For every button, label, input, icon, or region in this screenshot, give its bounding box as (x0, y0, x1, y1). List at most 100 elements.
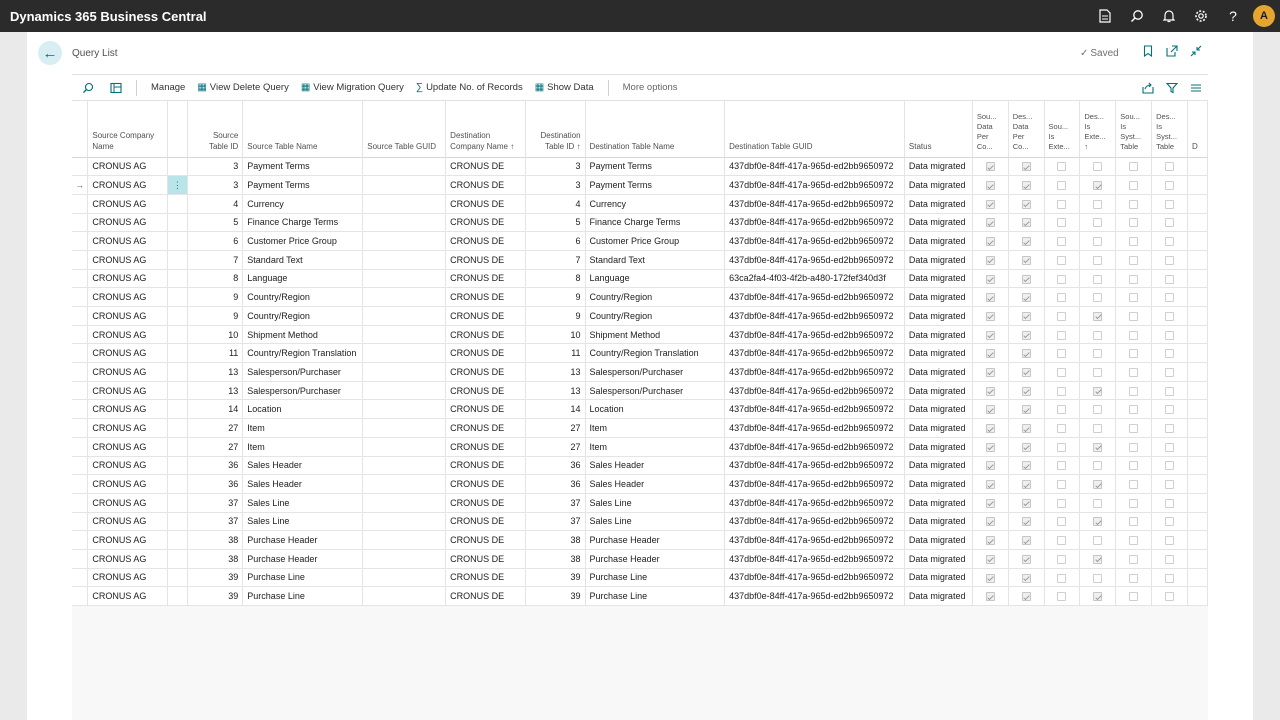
checkbox-checked[interactable] (985, 237, 995, 247)
cell-source-table-guid[interactable] (362, 493, 447, 513)
cell-destination-table-guid[interactable]: 437dbf0e-84ff-417a-965d-ed2bb9650972 (724, 456, 905, 476)
cell-destination-data-per-company[interactable] (1008, 213, 1045, 233)
checkbox-checked[interactable] (1021, 237, 1031, 247)
cell-destination-data-per-company[interactable] (1008, 418, 1045, 438)
checkbox-checked[interactable] (985, 330, 995, 340)
cell-destination-table-guid[interactable]: 437dbf0e-84ff-417a-965d-ed2bb9650972 (724, 530, 905, 550)
col-source-table-name[interactable]: Source Table Name (242, 101, 364, 158)
cell-destination-data-per-company[interactable] (1008, 343, 1045, 364)
cell-source-table-name[interactable]: Location (242, 399, 364, 420)
col-destination-data-per-company[interactable]: Des... Data Per Co... (1008, 101, 1045, 158)
cell-destination-table-name[interactable]: Payment Terms (585, 157, 726, 177)
checkbox-unchecked[interactable] (1057, 255, 1067, 265)
row-marker[interactable] (72, 306, 89, 326)
cell-destination-table-name[interactable]: Sales Header (585, 474, 726, 494)
checkbox-unchecked[interactable] (1093, 405, 1103, 415)
cell-source-table-id[interactable]: 9 (187, 306, 244, 326)
row-marker[interactable]: → (72, 175, 89, 195)
checkbox-checked[interactable] (1093, 386, 1103, 396)
cell-destination-company-name[interactable]: CRONUS DE (445, 418, 526, 438)
checkbox-checked[interactable] (1021, 517, 1031, 527)
table-row[interactable]: CRONUS AG 7 Standard Text CRONUS DE 7 Standar… (72, 250, 1208, 270)
cell-destination-table-name[interactable]: Purchase Line (585, 586, 726, 606)
checkbox-unchecked[interactable] (1057, 330, 1067, 340)
col-truncated[interactable]: D (1187, 101, 1208, 158)
cell-source-table-id[interactable]: 10 (187, 325, 244, 345)
checkbox-unchecked[interactable] (1129, 162, 1139, 172)
checkbox-unchecked[interactable] (1129, 536, 1139, 546)
cell-source-is-system-table[interactable] (1115, 269, 1153, 289)
checkbox-unchecked[interactable] (1093, 424, 1103, 434)
checkbox-checked[interactable] (1021, 480, 1031, 490)
col-destination-table-id[interactable]: Destination Table ID ↑ (525, 101, 586, 158)
app-title[interactable]: Dynamics 365 Business Central (0, 9, 207, 24)
row-marker[interactable] (72, 474, 89, 494)
cell-destination-is-system-table[interactable] (1151, 399, 1188, 420)
cell-destination-is-extension[interactable] (1079, 362, 1117, 382)
row-actions[interactable] (167, 381, 188, 401)
checkbox-checked[interactable] (1021, 554, 1031, 564)
checkbox-unchecked[interactable] (1093, 536, 1103, 546)
cell-destination-is-system-table[interactable] (1151, 456, 1188, 476)
checkbox-checked[interactable] (1021, 386, 1031, 396)
checkbox-unchecked[interactable] (1165, 218, 1175, 228)
cell-destination-table-name[interactable]: Sales Header (585, 456, 726, 476)
checkbox-unchecked[interactable] (1165, 536, 1175, 546)
view-delete-query-button[interactable]: ▦ View Delete Query (191, 76, 294, 100)
checkbox-unchecked[interactable] (1129, 274, 1139, 284)
checkbox-unchecked[interactable] (1165, 237, 1175, 247)
checkbox-unchecked[interactable] (1129, 461, 1139, 471)
cell-destination-is-system-table[interactable] (1151, 362, 1188, 382)
cell-source-data-per-company[interactable] (972, 250, 1009, 270)
cell-destination-company-name[interactable]: CRONUS DE (445, 175, 526, 195)
cell-source-table-guid[interactable] (362, 343, 447, 364)
cell-source-company-name[interactable]: CRONUS AG (87, 250, 168, 270)
row-actions[interactable] (167, 362, 188, 382)
cell-source-table-guid[interactable] (362, 287, 447, 307)
checkbox-unchecked[interactable] (1165, 517, 1175, 527)
cell-source-is-system-table[interactable] (1115, 194, 1153, 214)
cell-source-is-system-table[interactable] (1115, 250, 1153, 270)
cell-status[interactable]: Data migrated (904, 325, 973, 345)
cell-source-is-extension[interactable] (1044, 175, 1081, 195)
cell-destination-company-name[interactable]: CRONUS DE (445, 586, 526, 606)
layout-view-icon[interactable] (104, 76, 128, 100)
row-actions[interactable] (167, 213, 188, 233)
cell-destination-table-guid[interactable]: 437dbf0e-84ff-417a-965d-ed2bb9650972 (724, 493, 905, 513)
checkbox-checked[interactable] (1021, 367, 1031, 377)
table-row[interactable]: CRONUS AG 4 Currency CRONUS DE 4 Currency 437d… (72, 194, 1208, 214)
cell-source-is-extension[interactable] (1044, 269, 1081, 289)
cell-destination-company-name[interactable]: CRONUS DE (445, 549, 526, 569)
checkbox-unchecked[interactable] (1165, 405, 1175, 415)
checkbox-checked[interactable] (985, 386, 995, 396)
row-actions[interactable] (167, 399, 188, 420)
checkbox-unchecked[interactable] (1165, 330, 1175, 340)
checkbox-checked[interactable] (1021, 536, 1031, 546)
cell-destination-data-per-company[interactable] (1008, 231, 1045, 251)
row-marker[interactable] (72, 343, 89, 364)
cell-destination-table-id[interactable]: 4 (525, 194, 586, 214)
cell-destination-company-name[interactable]: CRONUS DE (445, 231, 526, 251)
checkbox-checked[interactable] (985, 367, 995, 377)
cell-destination-company-name[interactable]: CRONUS DE (445, 213, 526, 233)
cell-destination-table-id[interactable]: 36 (525, 474, 586, 494)
cell-source-company-name[interactable]: CRONUS AG (87, 399, 168, 420)
cell-source-table-name[interactable]: Customer Price Group (242, 231, 364, 251)
cell-destination-table-guid[interactable]: 437dbf0e-84ff-417a-965d-ed2bb9650972 (724, 287, 905, 307)
checkbox-checked[interactable] (1021, 442, 1031, 452)
checkbox-unchecked[interactable] (1057, 237, 1067, 247)
cell-destination-table-id[interactable]: 13 (525, 362, 586, 382)
row-marker[interactable] (72, 269, 89, 289)
cell-source-table-id[interactable]: 14 (187, 399, 244, 420)
cell-destination-is-extension[interactable] (1079, 568, 1117, 588)
checkbox-unchecked[interactable] (1057, 461, 1067, 471)
checkbox-unchecked[interactable] (1093, 330, 1103, 340)
cell-destination-data-per-company[interactable] (1008, 399, 1045, 420)
cell-destination-is-extension[interactable] (1079, 586, 1117, 606)
cell-destination-table-guid[interactable]: 437dbf0e-84ff-417a-965d-ed2bb9650972 (724, 175, 905, 195)
checkbox-unchecked[interactable] (1093, 255, 1103, 265)
cell-source-is-extension[interactable] (1044, 399, 1081, 420)
cell-destination-table-name[interactable]: Customer Price Group (585, 231, 726, 251)
cell-source-table-id[interactable]: 11 (187, 343, 244, 364)
col-destination-table-name[interactable]: Destination Table Name (585, 101, 726, 158)
